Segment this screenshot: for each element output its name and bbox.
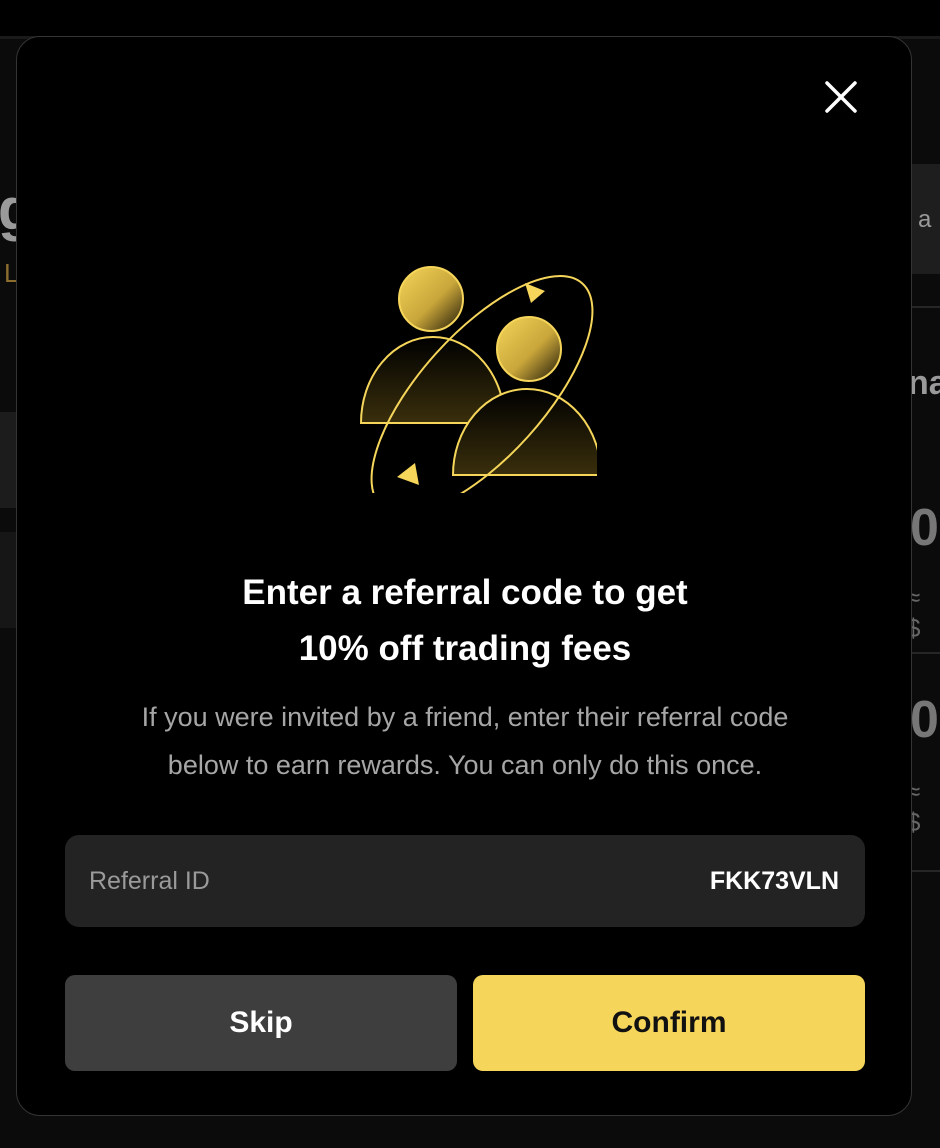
- background-right-value: 0: [910, 499, 939, 557]
- close-icon: [825, 81, 857, 113]
- referral-id-input[interactable]: [537, 865, 841, 897]
- modal-title-line: 10% off trading fees: [298, 629, 632, 668]
- background-right-value: 0: [910, 691, 939, 749]
- background-right-card-text: a: [918, 206, 932, 233]
- confirm-button[interactable]: Confirm: [473, 975, 865, 1071]
- modal-description: If you were invited by a friend, enter t…: [57, 693, 873, 789]
- modal-description-line: If you were invited by a friend, enter t…: [141, 702, 789, 732]
- page: g L a na 0 ≈ $ 0 ≈ $: [0, 0, 940, 1148]
- referral-id-label: Referral ID: [89, 866, 210, 895]
- modal-title-line: Enter a referral code to get: [242, 573, 688, 612]
- modal-description-line: below to earn rewards. You can only do t…: [167, 750, 763, 780]
- background-topbar: [0, 0, 940, 39]
- referral-modal: Enter a referral code to get 10% off tra…: [16, 36, 912, 1116]
- modal-title: Enter a referral code to get 10% off tra…: [17, 565, 913, 677]
- background-right-heading: na: [908, 364, 940, 402]
- skip-button[interactable]: Skip: [65, 975, 457, 1071]
- referral-friends-icon: [359, 266, 597, 493]
- referral-id-field[interactable]: Referral ID: [65, 835, 865, 927]
- close-button[interactable]: [817, 73, 865, 121]
